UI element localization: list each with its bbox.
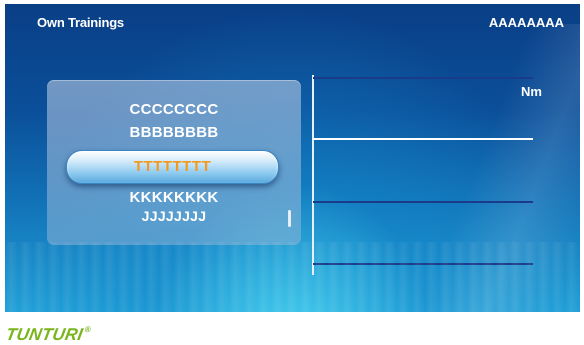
screen-title: Own Trainings	[37, 15, 124, 30]
brand-name: TUNTURI	[4, 325, 85, 344]
chart-canvas	[312, 75, 533, 275]
selected-training-item[interactable]: TTTTTTTT	[66, 150, 279, 184]
user-name: AAAAAAAA	[488, 15, 564, 30]
footer-bar: TUNTURI®	[0, 312, 584, 345]
tunturi-logo: TUNTURI®	[4, 325, 91, 345]
selected-training-label: TTTTTTTT	[133, 158, 212, 175]
registered-mark: ®	[83, 325, 92, 334]
training-selector-panel[interactable]: CCCCCCCC BBBBBBBB TTTTTTTT KKKKKKKK JJJJ…	[47, 80, 301, 245]
chart-unit-label: Nm	[521, 84, 542, 99]
main-display: Own Trainings AAAAAAAA CCCCCCCC BBBBBBBB…	[5, 4, 580, 312]
torque-chart: Nm	[311, 70, 547, 278]
scroll-indicator[interactable]	[288, 210, 291, 227]
list-item[interactable]: BBBBBBBB	[47, 124, 301, 141]
list-item[interactable]: JJJJJJJJ	[47, 208, 301, 224]
list-item[interactable]: KKKKKKKK	[47, 189, 301, 206]
list-item[interactable]: CCCCCCCC	[47, 101, 301, 118]
